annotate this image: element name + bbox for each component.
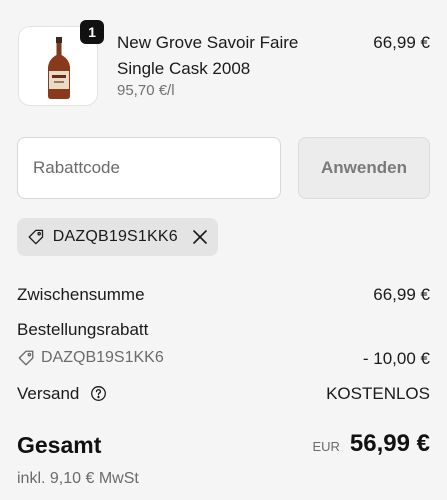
- subtotal-value: 66,99 €: [373, 285, 430, 304]
- product-name-line1: New Grove Savoir Faire: [117, 33, 299, 52]
- close-icon: [193, 230, 207, 244]
- cart-line-item: 1 New Grove Savoir Faire Single Cask 200…: [18, 20, 430, 108]
- currency-code: EUR: [312, 439, 340, 454]
- subtotal-row: Zwischensumme 66,99 €: [17, 285, 430, 305]
- shipping-row: Versand KOSTENLOS: [17, 384, 430, 404]
- order-discount-value: - 10,00 €: [362, 349, 430, 368]
- remove-discount-button[interactable]: [192, 227, 208, 247]
- tax-note: inkl. 9,10 € MwSt: [17, 470, 139, 487]
- applied-discount-chip: DAZQB19S1KK6: [17, 218, 218, 256]
- apply-discount-button[interactable]: Anwenden: [298, 137, 430, 199]
- order-discount-label: Bestellungsrabatt: [17, 320, 149, 339]
- total-amount: 56,99 €: [349, 430, 430, 457]
- tag-icon: [18, 350, 34, 366]
- quantity-badge: 1: [80, 20, 104, 44]
- checkout-summary: 1 New Grove Savoir Faire Single Cask 200…: [0, 0, 447, 500]
- line-item-price: 66,99 €: [373, 33, 430, 52]
- order-discount-code: DAZQB19S1KK6: [41, 349, 164, 366]
- help-circle-icon[interactable]: [90, 385, 107, 402]
- order-discount-row: Bestellungsrabatt: [17, 320, 430, 340]
- shipping-value: KOSTENLOS: [326, 384, 430, 403]
- total-amount-group: EUR 56,99 €: [312, 430, 430, 458]
- order-discount-detail-row: DAZQB19S1KK6 - 10,00 €: [17, 349, 430, 372]
- product-name: New Grove Savoir Faire Single Cask 2008: [117, 30, 337, 82]
- subtotal-label: Zwischensumme: [17, 285, 145, 304]
- shipping-label: Versand: [17, 384, 80, 403]
- discount-code-input[interactable]: [17, 137, 281, 199]
- bottle-image: [48, 37, 70, 99]
- unit-price: 95,70 €/l: [117, 82, 175, 99]
- tag-icon: [28, 229, 44, 245]
- applied-discount-code: DAZQB19S1KK6: [52, 228, 178, 245]
- product-name-line2: Single Cask 2008: [117, 59, 251, 78]
- total-label: Gesamt: [17, 432, 102, 458]
